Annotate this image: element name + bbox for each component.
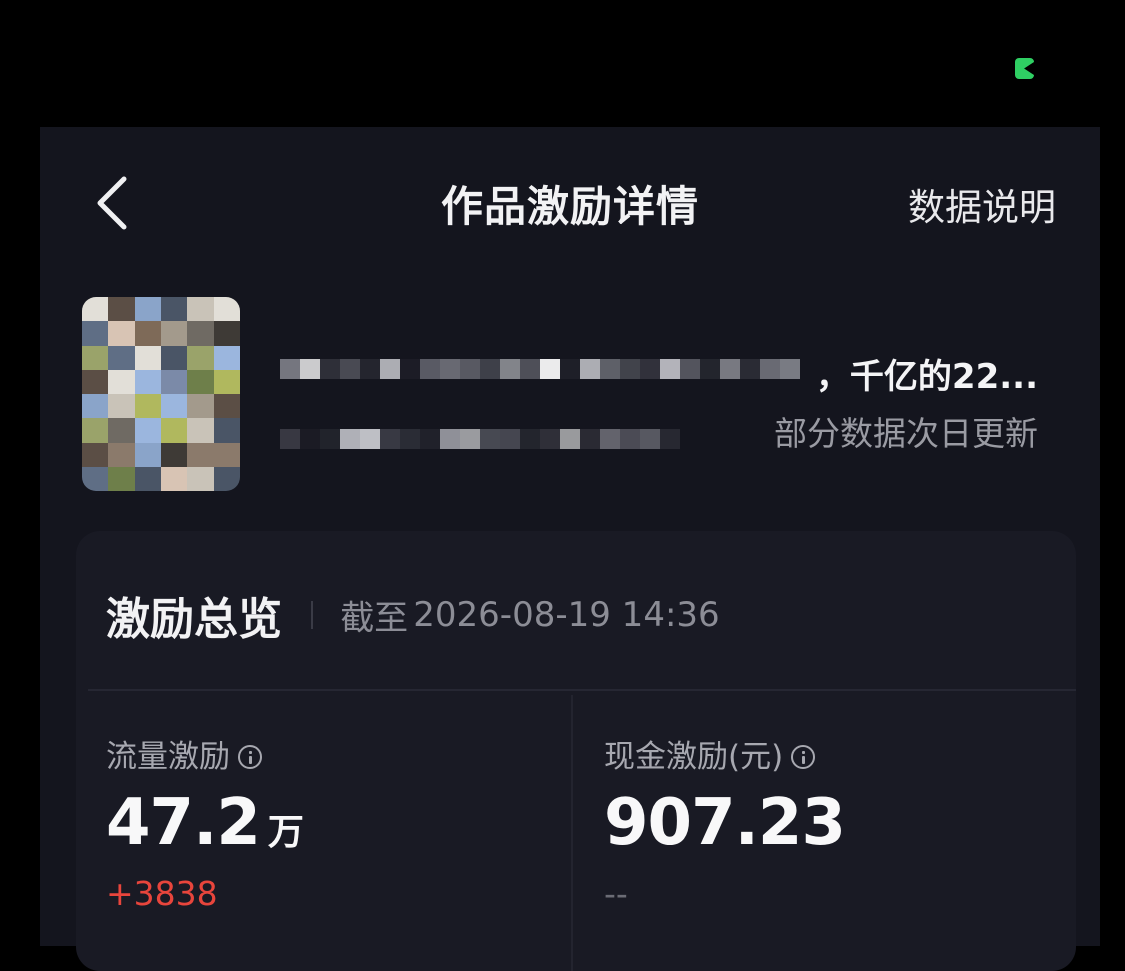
metric-unit: 万 bbox=[267, 812, 304, 853]
metric-value: 47.2 bbox=[106, 786, 261, 860]
data-note-link[interactable]: 数据说明 bbox=[908, 177, 1056, 231]
metric-value: 907.23 bbox=[604, 786, 846, 860]
card-header: 激励总览 截至 2026-08-19 14:36 bbox=[106, 583, 720, 647]
column-divider bbox=[571, 695, 573, 971]
info-icon[interactable] bbox=[238, 745, 262, 769]
metric-label: 现金激励(元) bbox=[604, 739, 784, 775]
as-of-time: 2026-08-19 14:36 bbox=[413, 595, 720, 635]
metric-delta: -- bbox=[604, 874, 628, 913]
metric-label: 流量激励 bbox=[106, 739, 230, 775]
header-divider bbox=[311, 601, 314, 629]
video-text: ，千亿的22... 部分数据次日更新 bbox=[280, 343, 1050, 483]
divider bbox=[88, 689, 1076, 691]
status-indicator-icon bbox=[1015, 58, 1034, 79]
redacted-title-mosaic bbox=[280, 359, 800, 379]
as-of-prefix: 截至 bbox=[340, 598, 409, 639]
video-thumbnail[interactable] bbox=[82, 297, 240, 491]
metric-delta: +3838 bbox=[106, 874, 218, 913]
card-title: 激励总览 bbox=[106, 594, 282, 645]
info-icon[interactable] bbox=[791, 745, 816, 769]
redacted-subtitle-mosaic bbox=[280, 429, 680, 449]
app-screen: 作品激励详情 数据说明 ，千亿的22... 部分数据次日更新 激励总览 截至 2… bbox=[40, 127, 1100, 971]
video-info[interactable]: ，千亿的22... 部分数据次日更新 bbox=[82, 295, 1062, 495]
metric-cash-incentive: 现金激励(元) 907.23 -- bbox=[604, 731, 846, 913]
navigation-bar: 作品激励详情 数据说明 bbox=[40, 127, 1100, 277]
update-note: 部分数据次日更新 bbox=[774, 414, 1038, 453]
video-title: ，千亿的22... bbox=[815, 357, 1038, 397]
incentive-overview-card: 激励总览 截至 2026-08-19 14:36 流量激励 47.2 万 +383… bbox=[76, 531, 1076, 971]
metric-traffic-incentive: 流量激励 47.2 万 +3838 bbox=[106, 731, 304, 913]
